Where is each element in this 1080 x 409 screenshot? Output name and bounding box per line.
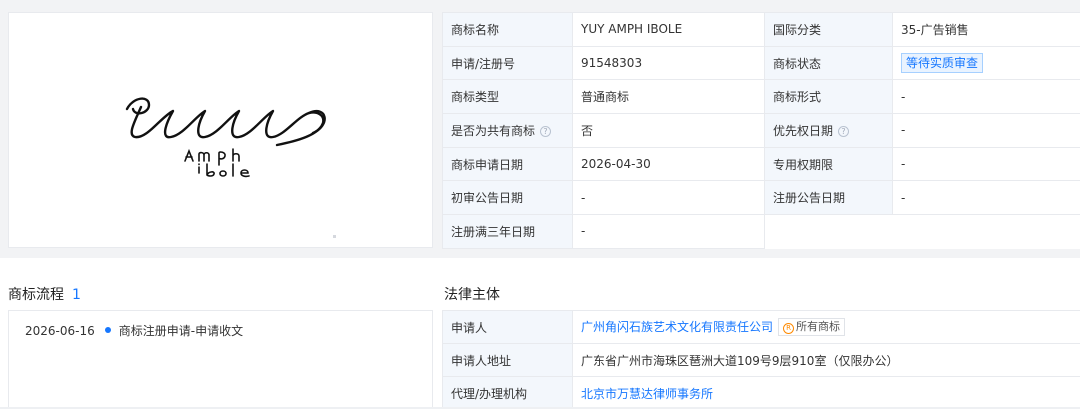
value-exclusive-period: -	[892, 146, 1080, 182]
value-reg-number: 91548303	[572, 45, 765, 81]
label-trademark-form: 商标形式	[764, 79, 893, 115]
value-trademark-form: -	[892, 79, 1080, 115]
table-row: 申请人 广州角闪石族艺术文化有限责任公司 R 所有商标	[442, 310, 1080, 344]
timeline-dot-icon	[104, 327, 111, 333]
legal-entity-table: 申请人 广州角闪石族艺术文化有限责任公司 R 所有商标 申请人地址 广东省广州市海珠…	[442, 310, 1080, 409]
value-prelim-announce-date: -	[572, 180, 765, 216]
value-reg-announce-date: -	[892, 180, 1080, 216]
table-row: 申请/注册号 91548303 商标状态 等待实质审查	[442, 45, 1080, 81]
table-row: 代理/办理机构 北京市万慧达律师事务所	[442, 376, 1080, 409]
label-applicant: 申请人	[442, 310, 573, 344]
flow-item-date: 2026-06-16	[25, 324, 95, 338]
label-priority-date-text: 优先权日期	[773, 123, 834, 138]
label-prelim-announce-date: 初审公告日期	[442, 180, 573, 216]
value-intl-class: 35-广告销售	[892, 12, 1080, 47]
value-priority-date: -	[892, 113, 1080, 148]
agent-link[interactable]: 北京市万慧达律师事务所	[581, 387, 713, 401]
legal-section-title: 法律主体	[444, 287, 500, 303]
label-trademark-status: 商标状态	[764, 45, 893, 81]
trademark-image-panel[interactable]	[8, 12, 433, 248]
label-three-years-date: 注册满三年日期	[442, 214, 573, 249]
registered-icon: R	[783, 323, 795, 334]
image-marker	[333, 235, 336, 238]
table-row: 初审公告日期 - 注册公告日期 -	[442, 180, 1080, 216]
label-applicant-address: 申请人地址	[442, 343, 573, 377]
value-trademark-status: 等待实质审查	[892, 45, 1080, 81]
label-shared-mark: 是否为共有商标?	[442, 113, 573, 148]
empty-cell	[764, 214, 1080, 249]
flow-title-text: 商标流程	[8, 287, 64, 303]
table-row: 商标名称 YUY AMPH IBOLE 国际分类 35-广告销售	[442, 12, 1080, 47]
label-agent: 代理/办理机构	[442, 376, 573, 409]
value-three-years-date: -	[572, 214, 765, 249]
top-strip	[0, 0, 1080, 10]
value-applicant-address: 广东省广州市海珠区琶洲大道109号9层910室（仅限办公）	[572, 343, 1080, 377]
label-intl-class: 国际分类	[764, 12, 893, 47]
label-shared-mark-text: 是否为共有商标	[451, 123, 536, 138]
table-row: 商标申请日期 2026-04-30 专用权期限 -	[442, 146, 1080, 182]
help-icon[interactable]: ?	[540, 125, 552, 137]
value-trademark-name: YUY AMPH IBOLE	[572, 12, 765, 47]
flow-item-text: 商标注册申请-申请收文	[118, 324, 244, 338]
label-priority-date: 优先权日期?	[764, 113, 893, 148]
trademark-logo-image	[125, 97, 326, 178]
table-row: 是否为共有商标? 否 优先权日期? -	[442, 113, 1080, 148]
value-trademark-type: 普通商标	[572, 79, 765, 115]
applicant-link[interactable]: 广州角闪石族艺术文化有限责任公司	[581, 320, 773, 334]
help-icon[interactable]: ?	[838, 125, 850, 137]
label-reg-number: 申请/注册号	[442, 45, 573, 81]
status-badge: 等待实质审查	[901, 53, 984, 74]
label-exclusive-period: 专用权期限	[764, 146, 893, 182]
list-item: 2026-06-16 商标注册申请-申请收文	[25, 322, 243, 339]
table-row: 申请人地址 广东省广州市海珠区琶洲大道109号9层910室（仅限办公）	[442, 343, 1080, 377]
value-agent: 北京市万慧达律师事务所	[572, 376, 1080, 409]
flow-section-title: 商标流程 1	[8, 284, 81, 304]
value-shared-mark: 否	[572, 113, 765, 148]
label-trademark-name: 商标名称	[442, 12, 573, 47]
trademark-info-table: 商标名称 YUY AMPH IBOLE 国际分类 35-广告销售 申请/注册号 …	[442, 12, 1080, 249]
label-application-date: 商标申请日期	[442, 146, 573, 182]
value-application-date: 2026-04-30	[572, 146, 765, 182]
table-row: 商标类型 普通商标 商标形式 -	[442, 79, 1080, 115]
label-reg-announce-date: 注册公告日期	[764, 180, 893, 216]
all-marks-button[interactable]: R 所有商标	[778, 318, 846, 336]
flow-list: 2026-06-16 商标注册申请-申请收文	[8, 310, 433, 409]
all-marks-label: 所有商标	[796, 320, 841, 333]
value-applicant: 广州角闪石族艺术文化有限责任公司 R 所有商标	[572, 310, 1080, 344]
flow-count: 1	[72, 287, 81, 303]
table-row: 注册满三年日期 -	[442, 214, 1080, 249]
label-trademark-type: 商标类型	[442, 79, 573, 115]
